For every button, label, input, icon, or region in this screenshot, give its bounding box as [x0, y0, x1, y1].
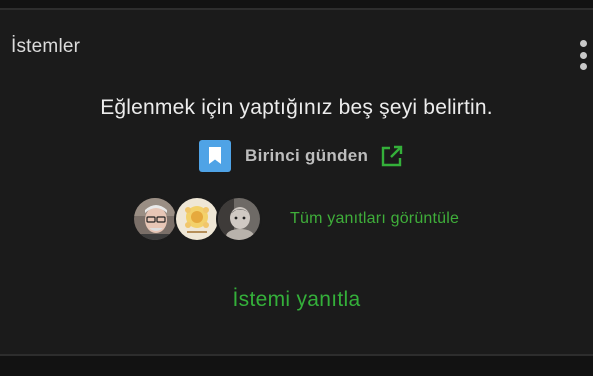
prompt-question: Eğlenmek için yaptığınız beş şeyi belirt…: [100, 96, 493, 119]
prompts-screen: İstemler Eğlenmek için yaptığınız beş şe…: [0, 0, 593, 376]
more-vert-icon: [579, 40, 587, 47]
avatar: [216, 196, 262, 242]
bottom-divider: [0, 354, 593, 356]
avatar: [132, 196, 178, 242]
reply-to-prompt-button[interactable]: İstemi yanıtla: [0, 288, 593, 312]
external-link-icon[interactable]: [380, 144, 404, 168]
more-options-button[interactable]: [574, 38, 592, 72]
bookmark-icon: [199, 140, 231, 172]
source-label: Birinci günden: [245, 146, 369, 165]
more-vert-icon-dot: [579, 51, 587, 59]
more-vert-icon-dot: [579, 63, 587, 70]
prompt-source: Birinci günden: [199, 140, 404, 172]
avatar: [174, 196, 220, 242]
responder-avatars[interactable]: [132, 196, 266, 242]
view-all-responses-link[interactable]: Tüm yanıtları görüntüle: [290, 210, 459, 228]
section-title: İstemler: [11, 36, 81, 57]
